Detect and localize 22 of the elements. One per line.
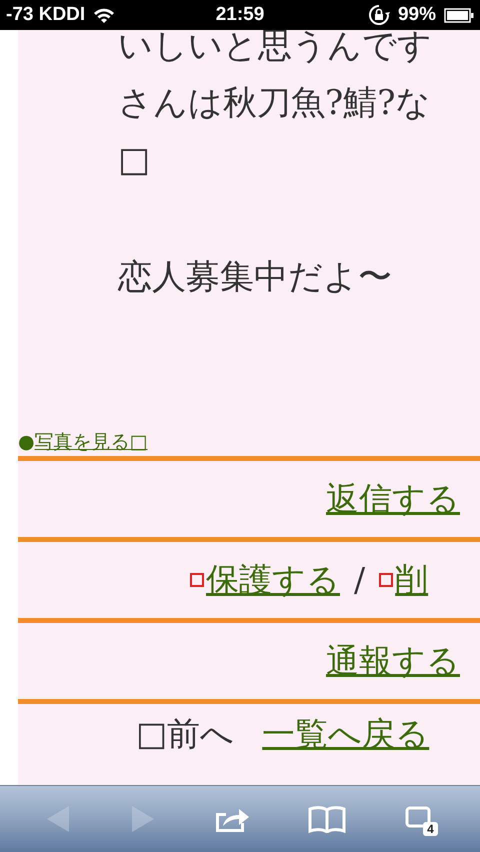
message-text: いしいと思うんです bbox=[118, 30, 432, 66]
prev-link[interactable]: □前へ bbox=[136, 704, 234, 764]
message-text: □ bbox=[118, 140, 150, 180]
back-to-list-link[interactable]: 一覧へ戻る bbox=[262, 704, 430, 764]
action-link[interactable]: 返信する bbox=[326, 474, 460, 524]
photo-link[interactable]: 写真を見る□ bbox=[34, 431, 148, 453]
action-link[interactable]: 削 bbox=[395, 555, 428, 605]
action-link[interactable]: 通報する bbox=[326, 636, 460, 686]
battery-percent: 99% bbox=[398, 4, 436, 26]
message-text: さんは秋刀魚?鯖?な bbox=[118, 83, 430, 123]
battery-icon bbox=[444, 8, 474, 22]
wifi-icon bbox=[93, 7, 116, 23]
rotation-lock-icon bbox=[368, 4, 390, 26]
separator-text: / bbox=[354, 559, 366, 602]
checkbox-icon bbox=[379, 573, 394, 587]
clock-time: 21:59 bbox=[216, 4, 264, 25]
carrier-name: -73 KDDI bbox=[6, 4, 86, 26]
message-text: 恋人募集中だよ〜 bbox=[118, 257, 392, 297]
action-link[interactable]: 保護する bbox=[206, 555, 340, 605]
bookmarks-button[interactable] bbox=[308, 805, 346, 833]
checkbox-icon bbox=[190, 573, 204, 587]
bullet-icon: ● bbox=[18, 431, 35, 453]
